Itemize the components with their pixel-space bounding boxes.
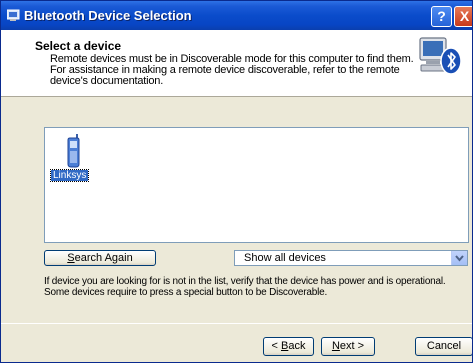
chevron-down-icon[interactable]: [451, 251, 467, 265]
help-button[interactable]: ?: [431, 6, 452, 27]
next-mnemonic: N: [331, 340, 340, 352]
help-info-line: Some devices require to press a special …: [44, 287, 328, 298]
close-button[interactable]: X: [454, 6, 472, 27]
back-button[interactable]: < Back: [263, 337, 314, 356]
cancel-button[interactable]: Cancel: [415, 337, 472, 356]
device-filter-select[interactable]: Show all devices: [234, 250, 468, 266]
bluetooth-device-selection-window: Bluetooth Device Selection ? X Select a …: [0, 0, 473, 363]
bluetooth-window-icon: [7, 9, 20, 21]
help-info-text: If device you are looking for is not in …: [44, 276, 468, 298]
search-again-mnemonic: S: [67, 252, 75, 264]
mobile-phone-icon: [67, 134, 80, 168]
header-description: Remote devices must be in Discoverable m…: [50, 54, 414, 87]
device-list[interactable]: Linksys: [44, 127, 469, 243]
help-info-line: If device you are looking for is not in …: [44, 276, 446, 287]
search-again-label: earch Again: [74, 252, 133, 264]
next-label: ext >: [339, 340, 365, 352]
back-label: ack: [288, 340, 306, 352]
device-item-linksys[interactable]: Linksys: [49, 134, 97, 190]
wizard-header: Select a device Remote devices must be i…: [1, 30, 472, 97]
header-title: Select a device: [35, 39, 122, 53]
device-filter-value: Show all devices: [244, 252, 326, 264]
window-title: Bluetooth Device Selection: [24, 8, 192, 23]
search-again-button[interactable]: Search Again: [44, 250, 156, 266]
back-prefix: <: [271, 340, 281, 352]
bluetooth-computer-icon: [419, 37, 462, 75]
title-bar[interactable]: Bluetooth Device Selection ? X: [1, 1, 472, 30]
next-button[interactable]: Next >: [321, 337, 375, 356]
device-label: Linksys: [49, 169, 90, 182]
footer-divider: [1, 323, 472, 324]
header-description-line: device's documentation.: [50, 75, 164, 87]
